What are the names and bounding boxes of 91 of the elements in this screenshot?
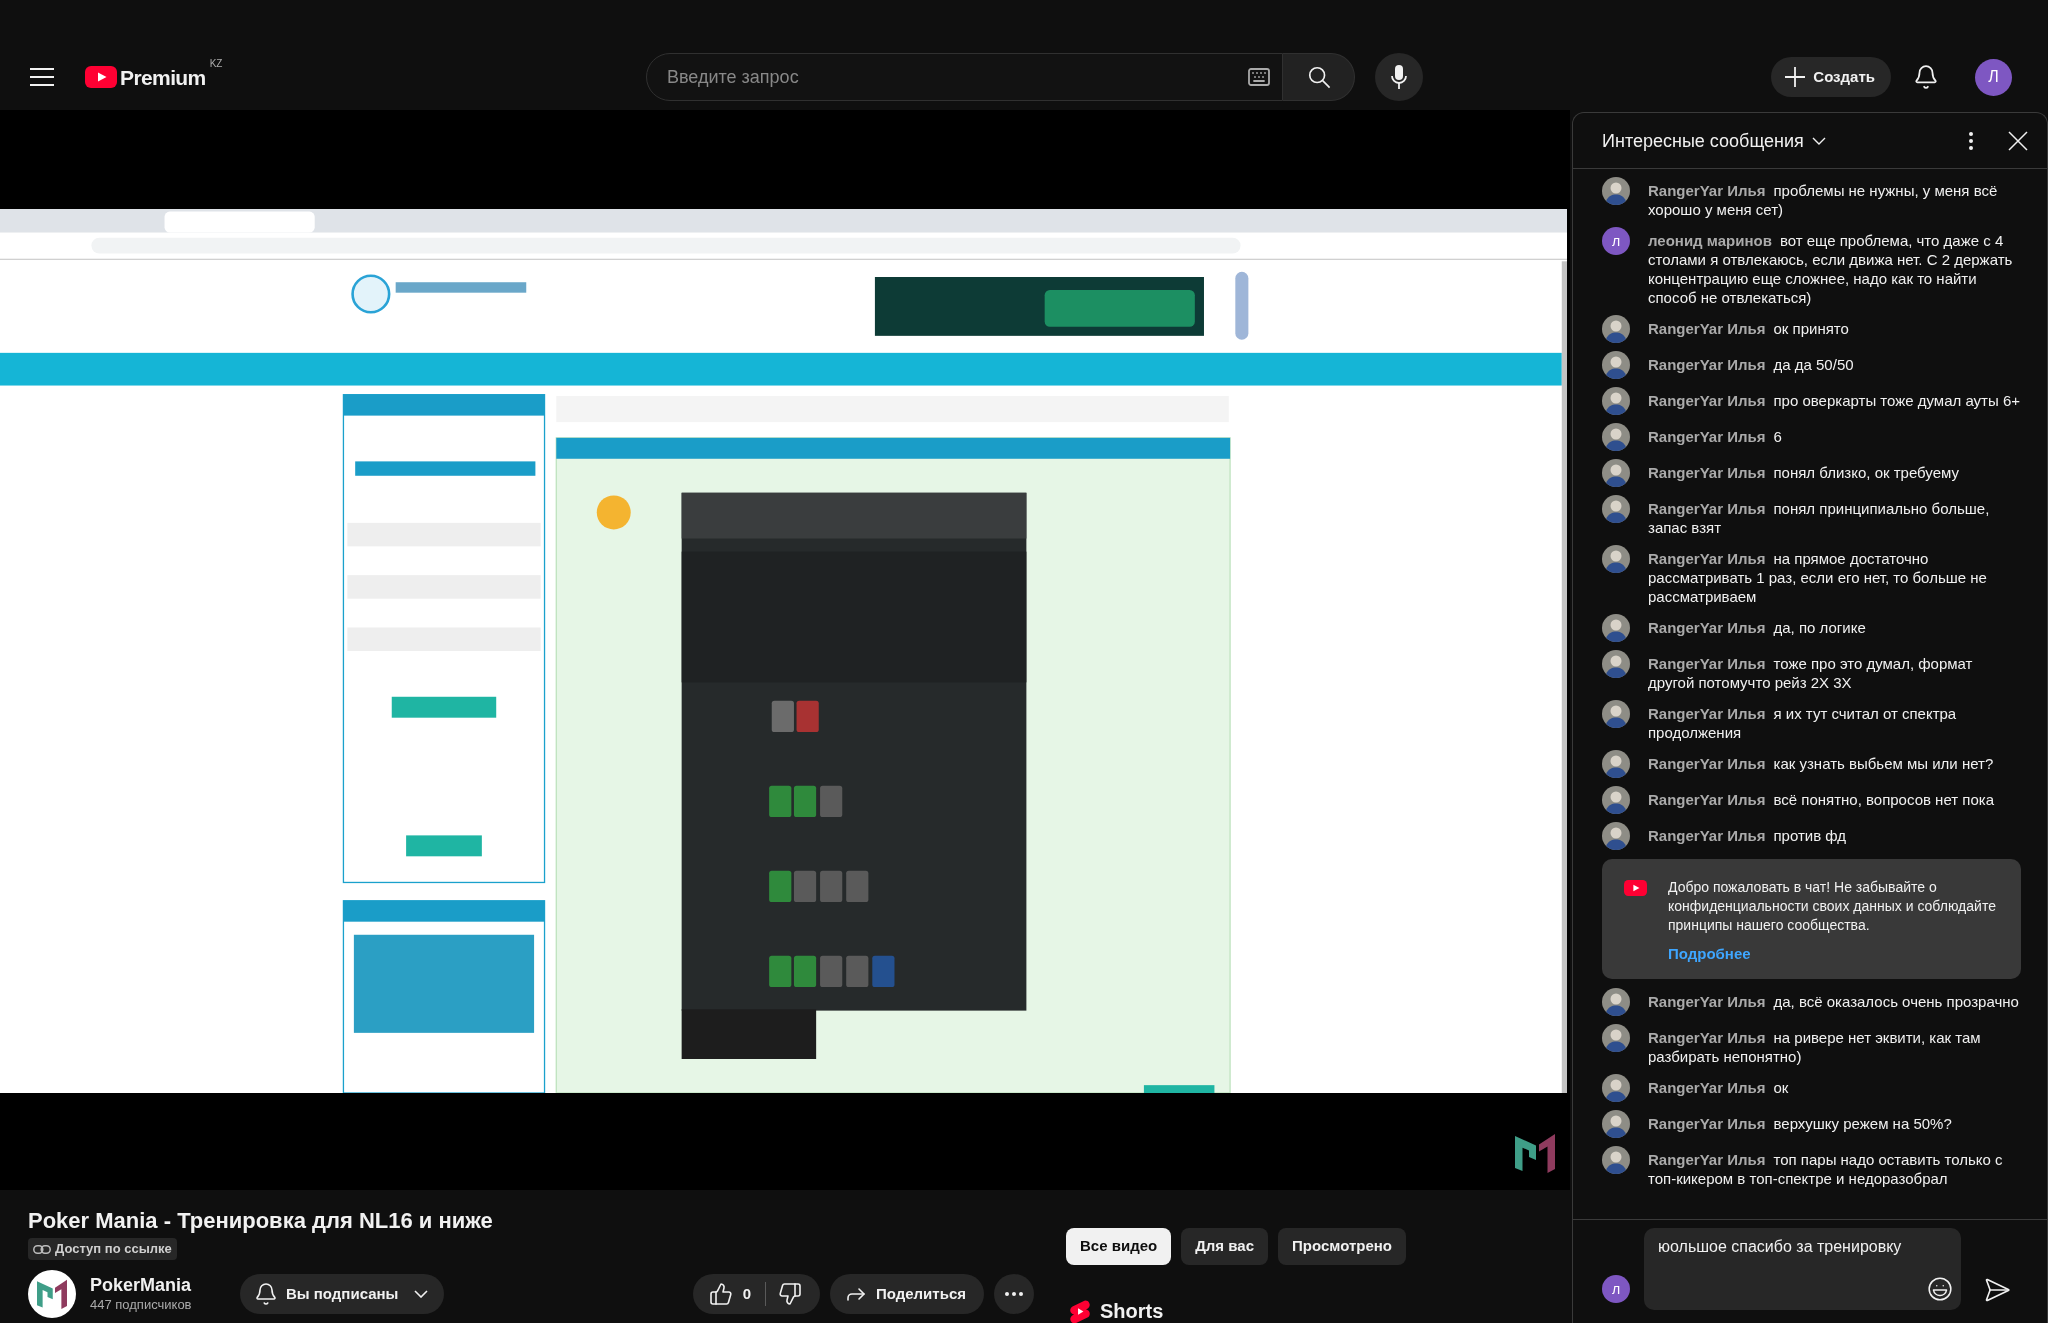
- close-button[interactable]: [2007, 129, 2029, 152]
- avatar-icon: [1602, 700, 1630, 728]
- emoji-icon[interactable]: [1927, 1276, 1953, 1302]
- share-button[interactable]: Поделиться: [829, 1274, 984, 1314]
- thumbs-down-icon: [777, 1282, 802, 1306]
- avatar-icon: [1602, 614, 1630, 642]
- play-logo-icon: [1624, 880, 1647, 896]
- bell-icon: [1913, 64, 1939, 90]
- filter-chip[interactable]: Просмотрено: [1278, 1228, 1406, 1265]
- visibility-label: Доступ по ссылке: [55, 1240, 172, 1259]
- avatar-icon: [1602, 650, 1630, 678]
- chat-message: RangerYar Илья топ пары надо оставить только с топ-кикером в топ-спектре и недоразобрал: [1648, 1150, 2004, 1188]
- search-button[interactable]: [1283, 53, 1355, 101]
- shorts-icon: [1070, 1300, 1090, 1323]
- chat-message: RangerYar Илья 6: [1648, 427, 1783, 446]
- avatar-icon: [1602, 459, 1630, 487]
- search-field[interactable]: Введите запрос: [646, 53, 1283, 101]
- user-initial-avatar: л: [1602, 1275, 1630, 1303]
- chevron-down-icon: [1811, 136, 1826, 145]
- chat-message: RangerYar Илья про оверкарты тоже думал ауты 6+: [1648, 391, 2021, 410]
- chat-message: RangerYar Илья да, по логике: [1648, 618, 1867, 637]
- chat-message: леонид маринов вот еще проблема, что даже с 4 столами я отвлекаюсь, если движа нет. С 2 держать концентрацию еще сложнее, надо как то найти способ не отвлекаться): [1648, 231, 2014, 307]
- notifications-button[interactable]: [1913, 64, 1939, 90]
- avatar-icon: [1602, 545, 1630, 573]
- subscribed-button[interactable]: Вы подписаны: [240, 1274, 445, 1314]
- avatar-icon: [1602, 1110, 1630, 1138]
- channel-watermark-icon: [1515, 1133, 1555, 1173]
- chat-message: RangerYar Илья всё понятно, вопросов нет пока: [1648, 790, 1995, 809]
- chat-message: RangerYar Илья проблемы не нужны, у меня всё хорошо у меня сет): [1648, 181, 1999, 219]
- avatar-icon: [1602, 351, 1630, 379]
- menu-button[interactable]: [30, 68, 54, 86]
- chat-message: RangerYar Илья ок: [1648, 1078, 1790, 1097]
- create-button[interactable]: Создать: [1771, 57, 1891, 97]
- chat-input-field[interactable]: юольшое спасибо за тренировку: [1644, 1228, 1961, 1310]
- kebab-icon: [1969, 131, 1973, 150]
- avatar-icon: [1602, 750, 1630, 778]
- chat-message: RangerYar Илья верхушку режем на 50%?: [1648, 1114, 1953, 1133]
- chat-message: RangerYar Илья понял близко, ок требуему: [1648, 463, 1960, 482]
- learn-more-link[interactable]: Подробнее: [1668, 944, 1751, 964]
- chat-message: RangerYar Илья на прямое достаточно рассматривать 1 раз, если его нет, то больше не рассматриваем: [1648, 549, 1988, 606]
- chat-message: RangerYar Илья да да 50/50: [1648, 355, 1855, 374]
- channel-avatar-icon: [28, 1270, 76, 1318]
- chat-message: RangerYar Илья да, всё оказалось очень прозрачно: [1648, 992, 2020, 1011]
- chevron-down-icon: [414, 1290, 429, 1298]
- filter-chip[interactable]: Все видео: [1066, 1228, 1172, 1265]
- avatar-icon: [1602, 315, 1630, 343]
- more-actions-button[interactable]: [994, 1274, 1034, 1314]
- chat-message: RangerYar Илья тоже про это думал, формат другой потомучто рейз 2X 3X: [1648, 654, 1974, 692]
- bell-icon: [254, 1282, 278, 1306]
- voice-search-button[interactable]: [1375, 53, 1423, 101]
- chat-message: RangerYar Илья против фд: [1648, 826, 1848, 845]
- avatar-icon: [1602, 1024, 1630, 1052]
- chat-message: RangerYar Илья понял принципиально больше, запас взят: [1648, 499, 1991, 537]
- channel-name[interactable]: PokerMania: [90, 1274, 192, 1296]
- search-icon: [1306, 65, 1331, 89]
- avatar-icon: [1602, 177, 1630, 205]
- notice-text: Добро пожаловать в чат! Не забывайте о конфиденциальности своих данных и соблюдайте принципы нашего сообщества.: [1668, 878, 1997, 935]
- filter-chip[interactable]: Для вас: [1181, 1228, 1268, 1265]
- avatar-icon: [1602, 1074, 1630, 1102]
- avatar-icon: [1602, 822, 1630, 850]
- avatar-icon: [1602, 1146, 1630, 1174]
- chat-message: RangerYar Илья на ривере нет эквити, как там разбирать непонятно): [1648, 1028, 1982, 1066]
- avatar-icon: [1602, 495, 1630, 523]
- avatar-icon: [1602, 423, 1630, 451]
- more-icon: [1005, 1292, 1023, 1296]
- avatar-icon: [1602, 387, 1630, 415]
- user-initial-avatar: л: [1602, 227, 1630, 255]
- like-button[interactable]: 0: [692, 1274, 765, 1314]
- shelf-title: Shorts: [1100, 1300, 1164, 1323]
- menu-icon: [30, 68, 54, 86]
- keyboard-icon[interactable]: [1247, 65, 1271, 89]
- close-icon: [2008, 130, 2028, 151]
- video-title: Poker Mania - Тренировка для NL16 и ниже: [28, 1207, 493, 1235]
- chat-mode-dropdown[interactable]: Интересные сообщения: [1602, 128, 1826, 153]
- account-avatar[interactable]: Л: [1975, 58, 2012, 96]
- avatar-icon: [1602, 988, 1630, 1016]
- link-icon: [33, 1244, 51, 1254]
- chat-message: RangerYar Илья как узнать выбьем мы или нет?: [1648, 754, 1995, 773]
- logo-text[interactable]: Premium: [120, 66, 206, 88]
- chat-message: RangerYar Илья я их тут считал от спектра продолжения: [1648, 704, 1958, 742]
- send-icon: [1983, 1276, 2011, 1304]
- chat-message: RangerYar Илья ок принято: [1648, 319, 1850, 338]
- region-label: KZ: [209, 58, 223, 70]
- microphone-icon: [1391, 65, 1407, 89]
- subscriber-count: 447 подписчиков: [90, 1296, 192, 1314]
- thumbs-up-icon: [708, 1282, 733, 1306]
- play-logo-icon: [85, 66, 117, 88]
- plus-icon: [1785, 67, 1806, 87]
- avatar-icon: [1602, 786, 1630, 814]
- video-player[interactable]: [0, 110, 1570, 1190]
- send-button[interactable]: [1983, 1276, 2011, 1304]
